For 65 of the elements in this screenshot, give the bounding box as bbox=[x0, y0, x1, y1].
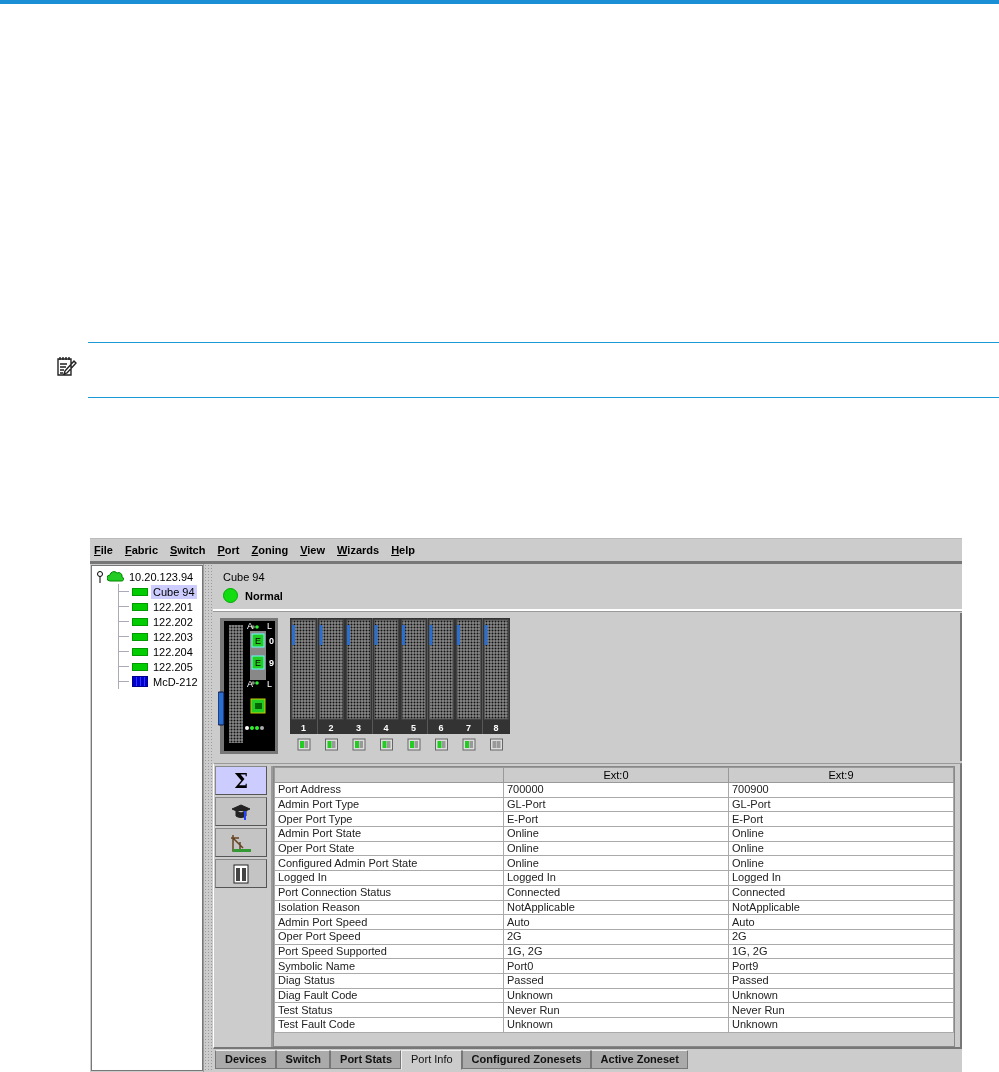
tree-item[interactable]: Cube 94 bbox=[151, 584, 197, 599]
port-number: 0 bbox=[269, 636, 274, 646]
tree-item[interactable]: 122.203 bbox=[151, 629, 195, 644]
led-label: A bbox=[247, 679, 253, 689]
switch-icon bbox=[132, 602, 148, 611]
column-header[interactable]: Ext:9 bbox=[728, 767, 954, 783]
switch-icon bbox=[132, 617, 148, 626]
switch-icon bbox=[132, 662, 148, 671]
switch-icon bbox=[132, 632, 148, 641]
column-header[interactable]: Ext:0 bbox=[503, 767, 729, 783]
menu-item[interactable]: Wizards bbox=[337, 544, 380, 556]
view-tab[interactable]: Switch bbox=[275, 1050, 331, 1069]
view-tab[interactable]: Port Stats bbox=[330, 1050, 401, 1069]
tree-item[interactable]: 122.204 bbox=[151, 644, 195, 659]
led-label: A bbox=[247, 621, 253, 631]
menu-item[interactable]: Switch bbox=[170, 544, 206, 556]
port-icon[interactable] bbox=[380, 738, 393, 751]
port-icon[interactable] bbox=[435, 738, 448, 751]
tool-button[interactable] bbox=[215, 859, 267, 888]
led-label: L bbox=[267, 679, 272, 689]
slot-number: 8 bbox=[493, 723, 499, 733]
tree-item[interactable]: 122.205 bbox=[151, 659, 195, 674]
tool-button[interactable] bbox=[215, 828, 267, 857]
menu-item[interactable]: View bbox=[300, 544, 326, 556]
summary-button[interactable]: Σ bbox=[215, 766, 267, 795]
status-text: Normal bbox=[245, 589, 283, 602]
view-tab[interactable]: Configured Zonesets bbox=[461, 1050, 591, 1069]
port-icon[interactable] bbox=[325, 738, 338, 751]
slot-number: 5 bbox=[411, 723, 416, 733]
director-icon bbox=[132, 676, 148, 687]
port-icon[interactable] bbox=[490, 738, 503, 751]
slot-number: 2 bbox=[328, 723, 334, 733]
menu-item[interactable]: Zoning bbox=[251, 544, 289, 556]
slot-number: 4 bbox=[383, 723, 389, 733]
expanded-handle-icon[interactable] bbox=[96, 570, 104, 583]
led-label: L bbox=[267, 621, 272, 631]
status-icon bbox=[223, 588, 238, 603]
slot-number: 3 bbox=[356, 723, 361, 733]
tool-button[interactable] bbox=[215, 797, 267, 826]
tree-item[interactable]: 122.202 bbox=[151, 614, 195, 629]
port-number: 9 bbox=[269, 658, 274, 668]
splitter-handle[interactable] bbox=[203, 564, 212, 1072]
tree-item[interactable]: McD-212 bbox=[151, 674, 200, 689]
port-type-label: E bbox=[255, 636, 261, 646]
menu-item[interactable]: Help bbox=[391, 544, 415, 556]
tree-item[interactable]: 10.20.123.94 bbox=[127, 569, 196, 584]
latch-icon bbox=[218, 691, 225, 726]
menu-item[interactable]: File bbox=[94, 544, 113, 556]
tree-item[interactable]: 122.201 bbox=[151, 599, 195, 614]
switch-title: Cube 94 bbox=[223, 571, 266, 583]
view-tab[interactable]: Active Zoneset bbox=[590, 1050, 688, 1069]
switch-icon bbox=[132, 647, 148, 656]
slot-number: 6 bbox=[438, 723, 444, 733]
cloud-icon bbox=[107, 571, 124, 582]
switch-icon bbox=[132, 587, 148, 596]
menu-item[interactable]: Fabric bbox=[124, 544, 158, 556]
chart-icon bbox=[230, 832, 252, 853]
slot-number: 7 bbox=[466, 723, 471, 733]
view-tab[interactable]: Port Info bbox=[401, 1050, 462, 1070]
port-pair-icon bbox=[233, 863, 249, 884]
view-tab[interactable]: Devices bbox=[215, 1050, 276, 1069]
menu-item[interactable]: Port bbox=[217, 544, 240, 556]
slot-number: 1 bbox=[301, 723, 306, 733]
graduation-cap-icon bbox=[231, 802, 251, 821]
port-type-label: E bbox=[255, 658, 261, 668]
